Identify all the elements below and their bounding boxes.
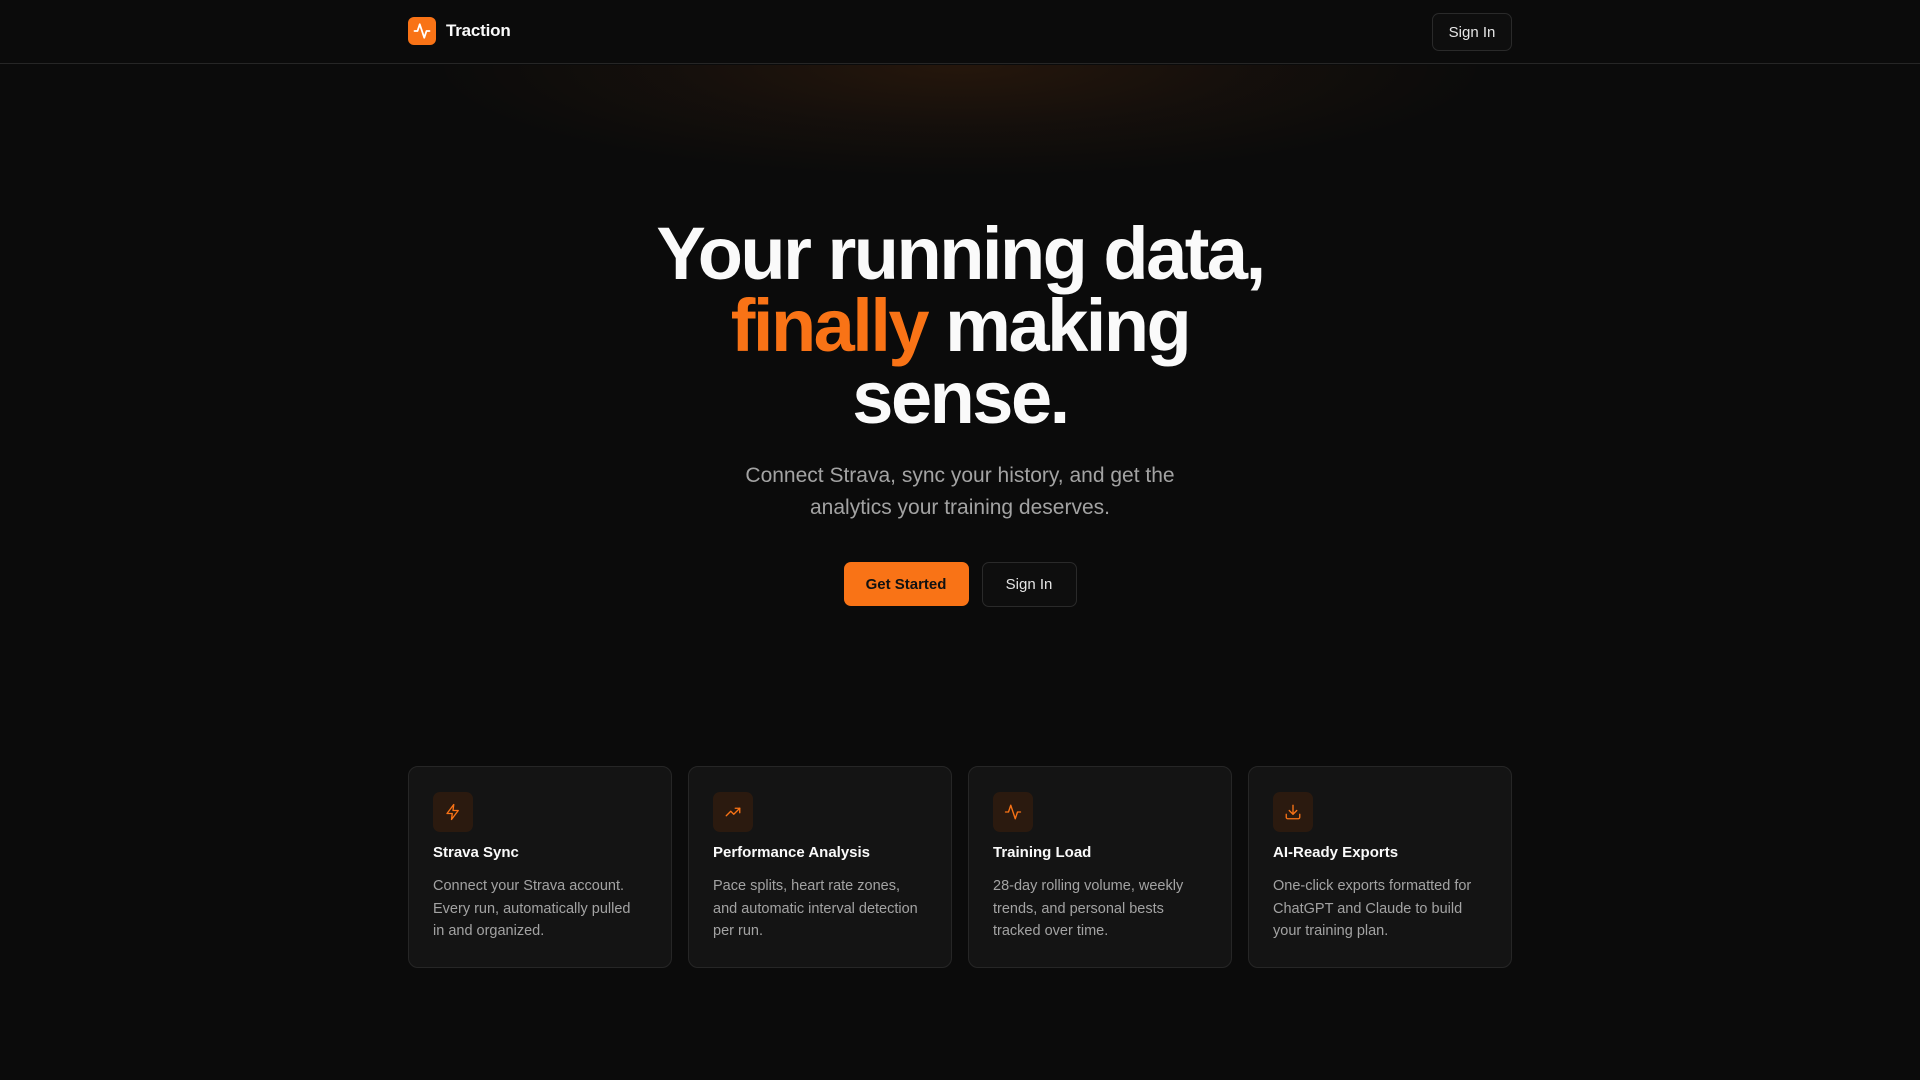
hero: Your running data, finally making sense.… xyxy=(0,217,1920,524)
feature-card-performance-analysis: Performance Analysis Pace splits, heart … xyxy=(688,766,952,968)
card-title: Performance Analysis xyxy=(713,844,871,861)
hero-subtitle: Connect Strava, sync your history, and g… xyxy=(0,460,1920,524)
card-desc-line: Connect your Strava account. xyxy=(433,878,625,894)
feature-card-ai-ready-exports: AI-Ready Exports One-click exports forma… xyxy=(1248,766,1512,968)
card-description: One-click exports formatted for ChatGPT … xyxy=(1273,875,1487,943)
card-desc-line: tracked over time. xyxy=(993,923,1109,939)
download-icon xyxy=(1273,792,1313,832)
hero-headline: Your running data, finally making sense. xyxy=(0,217,1920,435)
brand-name: Traction xyxy=(446,21,511,40)
hero-signin-button[interactable]: Sign In xyxy=(981,562,1077,607)
feature-card-training-load: Training Load 28-day rolling volume, wee… xyxy=(968,766,1232,968)
activity-pulse-icon xyxy=(993,792,1033,832)
nav-signin-button[interactable]: Sign In xyxy=(1432,13,1512,51)
card-title: AI-Ready Exports xyxy=(1273,844,1399,861)
card-desc-line: Every run, automatically pulled xyxy=(433,900,631,917)
card-title: Training Load xyxy=(993,844,1092,861)
headline-line-2: making xyxy=(927,284,1192,367)
hero-glow xyxy=(360,65,1560,205)
top-nav: Traction Sign In xyxy=(0,0,1920,64)
card-desc-line: Pace splits, heart rate zones, xyxy=(713,878,900,894)
feature-cards: Strava Sync Connect your Strava account.… xyxy=(408,766,1512,968)
subtitle-line-2: analytics your training deserves. xyxy=(810,496,1110,519)
card-description: 28-day rolling volume, weekly trends, an… xyxy=(993,875,1207,943)
card-desc-line: and automatic interval detection xyxy=(713,900,918,917)
headline-accent: finally xyxy=(730,284,930,367)
trending-up-icon xyxy=(713,792,753,832)
card-desc-line: per run. xyxy=(713,923,763,939)
card-desc-line: trends, and personal bests xyxy=(993,900,1164,917)
card-desc-line: 28-day rolling volume, weekly xyxy=(993,878,1184,894)
card-desc-line: ChatGPT and Claude to build xyxy=(1273,900,1463,917)
card-desc-line: in and organized. xyxy=(433,923,545,939)
cta-group: Get Started Sign In xyxy=(0,562,1920,607)
feature-card-strava-sync: Strava Sync Connect your Strava account.… xyxy=(408,766,672,968)
brand-logo-link[interactable]: Traction xyxy=(408,17,511,45)
card-desc-line: One-click exports formatted for xyxy=(1273,878,1472,894)
subtitle-line-1: Connect Strava, sync your history, and g… xyxy=(745,464,1175,487)
get-started-button[interactable]: Get Started xyxy=(843,562,969,606)
card-desc-line: your training plan. xyxy=(1273,923,1389,939)
card-title: Strava Sync xyxy=(433,844,519,861)
card-description: Connect your Strava account. Every run, … xyxy=(433,875,647,943)
activity-pulse-icon xyxy=(408,17,436,45)
card-description: Pace splits, heart rate zones, and autom… xyxy=(713,875,927,943)
headline-line-1: Your running data, xyxy=(656,212,1266,295)
headline-line-3: sense. xyxy=(852,356,1070,439)
lightning-bolt-icon xyxy=(433,792,473,832)
